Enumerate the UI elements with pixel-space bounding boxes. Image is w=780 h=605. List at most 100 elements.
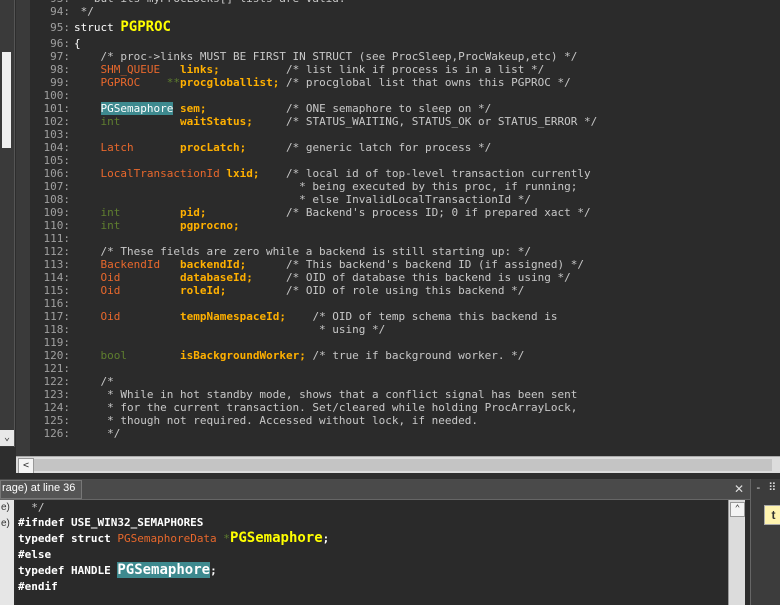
bottom-left-strip: e) e) (0, 500, 14, 605)
context-code-view[interactable]: */ #ifndef USE_WIN32_SEMAPHOREStypedef st… (16, 500, 728, 605)
code-token: BackendId (100, 258, 161, 271)
code-token: int (100, 219, 121, 232)
code-token: PGSemaphoreData (117, 532, 217, 545)
code-line: 126: */ (34, 427, 780, 440)
line-number: 126: (43, 427, 71, 440)
line-number: 114: (43, 271, 71, 284)
line-number: 113: (43, 258, 71, 271)
chevron-up-icon[interactable]: ⌃ (730, 502, 745, 517)
editor-gutter (16, 0, 30, 456)
code-line: 96: { (34, 37, 780, 50)
code-token: /* proc->links MUST BE FIRST IN STRUCT (… (74, 50, 578, 63)
code-line: 124: * for the current transaction. Set/… (34, 401, 780, 414)
code-token: Oid (100, 284, 121, 297)
code-line: 123: * While in hot standby mode, shows … (34, 388, 780, 401)
code-token: /* Backend's process ID; 0 if prepared x… (206, 206, 591, 219)
code-token: /* true if background worker. */ (305, 349, 525, 362)
code-line: 108: * else InvalidLocalTransactionId */ (34, 193, 780, 206)
code-line: 95: struct PGPROC (34, 18, 780, 37)
code-line: 122: /* (34, 375, 780, 388)
code-token: /* OID of temp schema this backend is (285, 310, 558, 323)
code-line: 113: BackendId backendId; /* This backen… (34, 258, 780, 271)
horizontal-scrollbar[interactable]: < (16, 456, 780, 474)
line-number: 118: (43, 323, 71, 336)
code-token: int (100, 115, 121, 128)
scroll-thumb[interactable] (34, 459, 772, 471)
code-token: * While in hot standby mode, shows that … (74, 388, 578, 401)
line-number: 115: (43, 284, 71, 297)
line-number: 124: (43, 401, 71, 414)
code-line: typedef HANDLE PGSemaphore; (16, 562, 728, 579)
context-panel-header: rage) at line 36 (0, 479, 760, 500)
code-token: PGPROC (100, 76, 141, 89)
code-line: 107: * being executed by this proc, if r… (34, 180, 780, 193)
code-token: procgloballist; (180, 76, 280, 89)
code-token: */ (18, 501, 45, 514)
code-line: 94: */ (34, 5, 780, 18)
code-line: 97: /* proc->links MUST BE FIRST IN STRU… (34, 50, 780, 63)
line-number: 119: (43, 336, 71, 349)
line-number: 121: (43, 362, 71, 375)
code-token: roleId; (179, 284, 227, 297)
code-token: /* ONE semaphore to sleep on */ (206, 102, 492, 115)
code-token: backendId; (179, 258, 247, 271)
code-token: LocalTransactionId (100, 167, 220, 180)
vertical-scrollbar[interactable]: ⌃ (728, 500, 745, 605)
code-token: lxid; (226, 167, 260, 180)
line-number: 96: (50, 37, 70, 50)
code-token: PGSemaphore (117, 562, 211, 578)
code-token: struct (74, 21, 121, 34)
left-label: e) (1, 502, 10, 513)
text-tool-button[interactable]: t (764, 505, 780, 525)
code-line: 100: (34, 89, 780, 102)
chevron-left-icon[interactable]: < (18, 458, 34, 474)
code-line: 112: /* These fields are zero while a ba… (34, 245, 780, 258)
code-token: ; (322, 532, 330, 545)
close-icon[interactable]: ✕ (734, 482, 744, 496)
code-token: * (216, 532, 230, 545)
code-line: #endif (16, 579, 728, 594)
line-number: 105: (43, 154, 71, 167)
line-number: 104: (43, 141, 71, 154)
panel-grip-icon[interactable]: - ⠿ (755, 481, 776, 494)
left-panel-strip: ⌄ (0, 0, 15, 447)
code-token: /* procglobal list that owns this PGPROC… (279, 76, 571, 89)
line-number: 116: (43, 297, 71, 310)
code-token: { (74, 37, 81, 50)
code-token: * being executed by this proc, if runnin… (74, 180, 578, 193)
left-scroll-thumb[interactable] (2, 52, 11, 148)
line-number: 102: (43, 115, 71, 128)
code-token: bool (100, 349, 128, 362)
code-token: waitStatus; (179, 115, 253, 128)
line-number: 100: (43, 89, 71, 102)
code-token: /* STATUS_WAITING, STATUS_OK or STATUS_E… (252, 115, 598, 128)
code-token: procLatch; (179, 141, 247, 154)
code-token: SHM_QUEUE (100, 63, 161, 76)
code-token: /* These fields are zero while a backend… (74, 245, 531, 258)
code-line: 109: int pid; /* Backend's process ID; 0… (34, 206, 780, 219)
code-line: 101: PGSemaphore sem; /* ONE semaphore t… (34, 102, 780, 115)
context-tab-label: rage) at line 36 (2, 482, 76, 494)
code-line: 102: int waitStatus; /* STATUS_WAITING, … (34, 115, 780, 128)
line-number: 97: (50, 50, 70, 63)
code-line: 125: * though not required. Accessed wit… (34, 414, 780, 427)
code-line: #ifndef USE_WIN32_SEMAPHORES (16, 515, 728, 530)
line-number: 94: (50, 5, 70, 18)
chevron-down-icon[interactable]: ⌄ (0, 430, 14, 446)
code-token: typedef struct (18, 532, 118, 545)
code-editor[interactable]: 93: * but its myProcLocks[] lists are va… (16, 0, 780, 456)
code-token: databaseId; (179, 271, 253, 284)
code-lines: 93: * but its myProcLocks[] lists are va… (34, 0, 780, 440)
code-token: Oid (100, 271, 121, 284)
